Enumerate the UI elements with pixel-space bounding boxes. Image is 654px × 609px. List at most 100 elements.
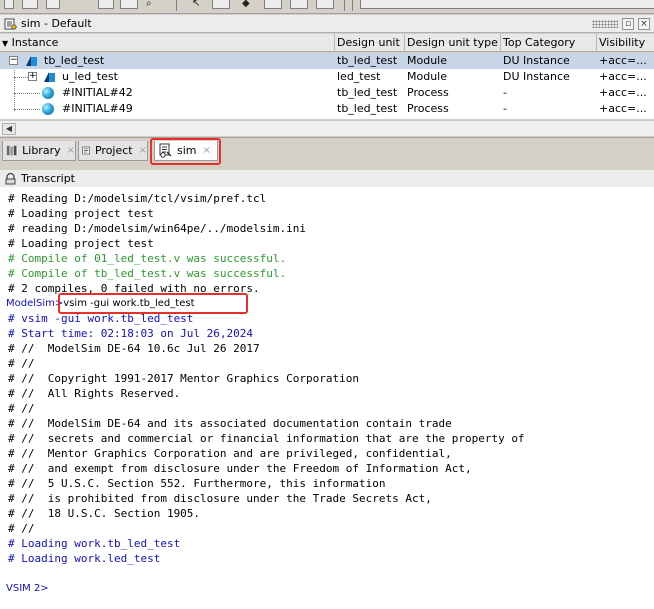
toolbar-button[interactable] [316, 0, 334, 9]
sim-instance-tree: − tb_led_test tb_led_test Module DU Inst… [0, 53, 654, 119]
toolbar-button[interactable] [212, 0, 230, 9]
tree-row-initial-49[interactable]: #INITIAL#49 tb_led_test Process - +acc=.… [0, 101, 654, 117]
pane-close-button[interactable]: × [638, 18, 650, 30]
toolbar-separator [344, 0, 345, 11]
toolbar-button[interactable] [290, 0, 308, 9]
console-output-line: # Loading project test [8, 237, 154, 250]
tree-row-tb-led-test[interactable]: − tb_led_test tb_led_test Module DU Inst… [0, 53, 654, 69]
console-output-line: # vsim -gui work.tb_led_test [8, 312, 194, 325]
console-output-line: # Loading work.led_test [8, 552, 161, 565]
console-output-line: # // [8, 402, 35, 415]
toolbar-separator [352, 0, 353, 11]
console-output-line: # 2 compiles, 0 failed with no errors. [8, 282, 260, 295]
transcript-title: Transcript [21, 172, 75, 185]
step-icon[interactable]: ◆ [242, 0, 250, 9]
toolbar-field[interactable] [360, 0, 654, 9]
console-output-line: # // ModelSim DE-64 and its associated d… [8, 417, 452, 430]
collapse-expander[interactable]: − [9, 56, 18, 65]
console-output-line: # Loading work.tb_led_test [8, 537, 181, 550]
design-unit-type: Process [407, 86, 449, 99]
sim-column-header: ▼ Instance Design unit Design unit type … [0, 34, 654, 52]
sim-pane-header: sim - Default ▫ × [0, 15, 654, 33]
instance-name: tb_led_test [44, 54, 105, 67]
tab-sim-close-icon[interactable]: × [203, 145, 211, 156]
toolbar-button[interactable] [98, 0, 114, 9]
tab-project-close-icon[interactable]: × [139, 145, 147, 156]
instance-name: u_led_test [62, 70, 118, 83]
sim-horizontal-scrollbar[interactable]: ◀ [0, 120, 654, 136]
console-output-line: # // Mentor Graphics Corporation and are… [8, 447, 452, 460]
visibility: +acc=... [599, 70, 647, 83]
design-unit: tb_led_test [337, 54, 398, 67]
tab-library-close-icon[interactable]: × [67, 145, 75, 156]
project-icon [82, 146, 91, 155]
console-prompt: ModelSim> [6, 298, 64, 309]
tree-row-initial-42[interactable]: #INITIAL#42 tb_led_test Process - +acc=.… [0, 85, 654, 101]
sim-pane-title: sim - Default [21, 17, 92, 30]
console-output-line: # reading D:/modelsim/win64pe/../modelsi… [8, 222, 307, 235]
console-prompt-line: ModelSim>vsim -gui work.tb_led_test [6, 296, 195, 311]
scroll-left-arrow-icon[interactable]: ◀ [2, 123, 16, 135]
column-design-unit[interactable]: Design unit [335, 34, 405, 52]
console-output-line: # // 18 U.S.C. Section 1905. [8, 507, 201, 520]
top-category: - [503, 86, 507, 99]
tab-sim-label: sim [177, 144, 197, 157]
console-output-line: # Compile of 01_led_test.v was successfu… [8, 252, 287, 265]
console-output-line: # // Copyright 1991-2017 Mentor Graphics… [8, 372, 359, 385]
console-output-line: # // [8, 357, 35, 370]
toolbar-button[interactable] [120, 0, 138, 9]
console-command[interactable]: vsim -gui work.tb_led_test [63, 298, 194, 309]
module-icon [44, 72, 55, 82]
main-toolbar: ⌕ ↖ ◆ [0, 0, 654, 14]
tab-library[interactable]: Library × [2, 141, 76, 161]
design-unit-type: Module [407, 54, 447, 67]
design-unit: tb_led_test [337, 86, 398, 99]
find-icon[interactable]: ⌕ [146, 0, 152, 9]
console-output-line: # // All Rights Reserved. [8, 387, 181, 400]
tab-project[interactable]: Project × [78, 141, 148, 161]
top-category: DU Instance [503, 54, 570, 67]
visibility: +acc=... [599, 54, 647, 67]
console-output-line: # Loading project test [8, 207, 154, 220]
console-output-line: # // secrets and commercial or financial… [8, 432, 525, 445]
toolbar-button[interactable] [22, 0, 38, 9]
column-visibility[interactable]: Visibility [597, 34, 654, 52]
console-output-line: # Reading D:/modelsim/tcl/vsim/pref.tcl [8, 192, 267, 205]
pane-undock-button[interactable]: ▫ [622, 18, 634, 30]
cursor-icon[interactable]: ↖ [192, 0, 200, 9]
transcript-console[interactable]: # Reading D:/modelsim/tcl/vsim/pref.tcl #… [0, 187, 654, 609]
process-icon [42, 103, 54, 115]
console-output-line: # // and exempt from disclosure under th… [8, 462, 472, 475]
column-design-unit-type[interactable]: Design unit type [405, 34, 501, 52]
toolbar-button[interactable] [264, 0, 282, 9]
toolbar-button[interactable] [46, 0, 60, 9]
modelsim-window: ⌕ ↖ ◆ sim - Default ▫ × ▼ Instance Desig… [0, 0, 654, 609]
toolbar-button[interactable] [4, 0, 14, 9]
design-unit: tb_led_test [337, 102, 398, 115]
tree-row-u-led-test[interactable]: + u_led_test led_test Module DU Instance… [0, 69, 654, 85]
transcript-icon [3, 172, 17, 186]
transcript-pane-header: Transcript [0, 170, 654, 188]
tab-sim[interactable]: sim × [154, 141, 218, 161]
console-output-line: # // ModelSim DE-64 10.6c Jul 26 2017 [8, 342, 260, 355]
library-icon [6, 145, 17, 156]
top-category: - [503, 102, 507, 115]
pane-drag-grip[interactable] [592, 20, 618, 28]
console-output-line: # // [8, 522, 35, 535]
console-prompt: VSIM 2> [6, 583, 49, 594]
column-menu-icon[interactable]: ▼ [2, 39, 8, 48]
design-unit-type: Module [407, 70, 447, 83]
column-top-category[interactable]: Top Category [501, 34, 597, 52]
design-unit: led_test [337, 70, 381, 83]
workspace-tabs: Library × Project × sim × [0, 137, 654, 165]
console-output-line: # Start time: 02:18:03 on Jul 26,2024 [8, 327, 254, 340]
expand-expander[interactable]: + [28, 72, 37, 81]
process-icon [42, 87, 54, 99]
console-prompt-line: VSIM 2> [6, 581, 49, 596]
design-unit-type: Process [407, 102, 449, 115]
visibility: +acc=... [599, 102, 647, 115]
console-output-line: # // 5 U.S.C. Section 552. Furthermore, … [8, 477, 386, 490]
column-instance[interactable]: ▼ Instance [0, 34, 335, 52]
tab-library-label: Library [22, 144, 61, 157]
instance-name: #INITIAL#49 [62, 102, 133, 115]
